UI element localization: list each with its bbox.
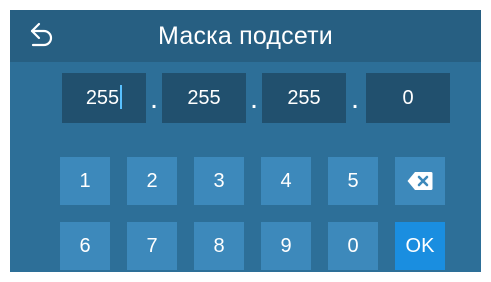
key-1[interactable]: 1 — [60, 157, 110, 205]
octet-separator: . — [251, 91, 257, 113]
backspace-button[interactable] — [395, 157, 445, 205]
backspace-icon — [407, 172, 433, 190]
page-title: Маска подсети — [158, 22, 333, 50]
key-5[interactable]: 5 — [328, 157, 378, 205]
octet-1-field[interactable]: 255 — [62, 73, 146, 123]
octet-4-field[interactable]: 0 — [366, 73, 450, 123]
octet-3-field[interactable]: 255 — [262, 73, 346, 123]
key-3[interactable]: 3 — [194, 157, 244, 205]
back-button[interactable] — [28, 20, 58, 52]
key-9[interactable]: 9 — [261, 222, 311, 270]
header-bar: Маска подсети — [10, 10, 481, 62]
ok-button[interactable]: OK — [395, 222, 445, 270]
back-arrow-icon — [30, 22, 53, 47]
key-7[interactable]: 7 — [127, 222, 177, 270]
ip-input-row: 255 . 255 . 255 . 0 — [10, 73, 481, 125]
subnet-mask-screen: Маска подсети 255 . 255 . 255 . 0 1 2 3 … — [10, 10, 481, 272]
key-6[interactable]: 6 — [60, 222, 110, 270]
key-0[interactable]: 0 — [328, 222, 378, 270]
text-caret — [120, 84, 123, 109]
key-2[interactable]: 2 — [127, 157, 177, 205]
octet-1-value: 255 — [85, 87, 120, 109]
octet-separator: . — [151, 91, 157, 113]
octet-2-field[interactable]: 255 — [162, 73, 246, 123]
key-4[interactable]: 4 — [261, 157, 311, 205]
octet-separator: . — [352, 91, 358, 113]
key-8[interactable]: 8 — [194, 222, 244, 270]
